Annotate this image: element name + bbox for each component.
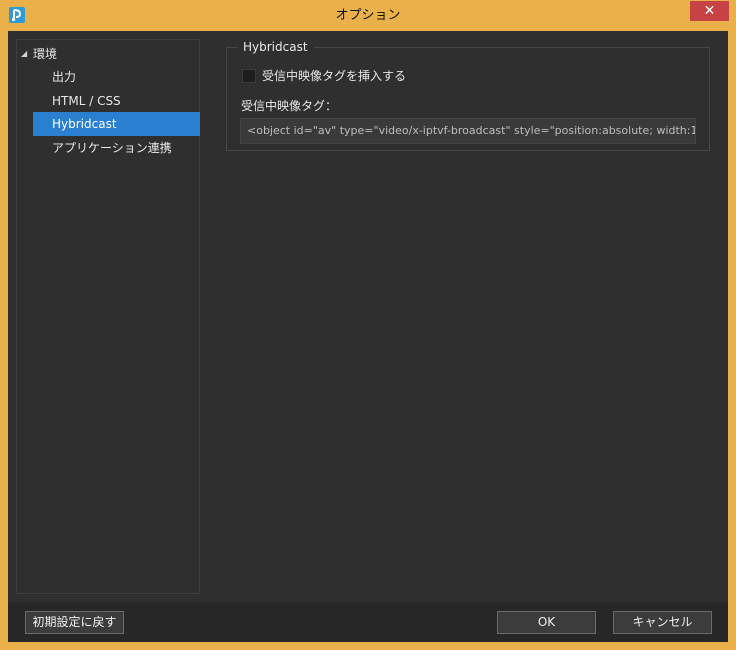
tree-item-hybridcast[interactable]: Hybridcast [33,112,200,136]
reset-defaults-button[interactable]: 初期設定に戻す [25,611,124,634]
tree-item-app-integration[interactable]: アプリケーション連携 [33,136,200,160]
dialog-body: ◢ 環境 出力 HTML / CSS Hybridcast アプリケーション連携 … [8,31,728,642]
close-icon: ✕ [703,3,716,19]
tree-item-output[interactable]: 出力 [33,65,200,89]
window-title: オプション [335,8,401,23]
settings-tree: ◢ 環境 出力 HTML / CSS Hybridcast アプリケーション連携 [16,39,200,594]
button-bar: 初期設定に戻す OK キャンセル [8,602,728,642]
video-tag-field-label: 受信中映像タグ： [241,99,338,113]
title-bar: オプション ✕ [0,0,736,32]
insert-video-tag-checkbox[interactable] [242,69,256,83]
tree-root-environment[interactable]: ◢ 環境 [21,44,57,64]
expand-arrow-icon[interactable]: ◢ [21,44,33,64]
tree-root-label: 環境 [33,47,58,61]
hybridcast-group: Hybridcast 受信中映像タグを挿入する 受信中映像タグ： <object… [226,39,710,151]
close-button[interactable]: ✕ [690,1,729,21]
options-window: オプション ✕ ◢ 環境 出力 HTML / CSS Hybridcast アプリ… [0,0,736,650]
group-title: Hybridcast [237,39,314,55]
video-tag-input[interactable]: <object id="av" type="video/x-iptvf-broa… [240,118,696,144]
ok-button[interactable]: OK [497,611,596,634]
cancel-button[interactable]: キャンセル [613,611,712,634]
insert-video-tag-label[interactable]: 受信中映像タグを挿入する [262,67,406,85]
tree-item-html-css[interactable]: HTML / CSS [33,89,200,113]
